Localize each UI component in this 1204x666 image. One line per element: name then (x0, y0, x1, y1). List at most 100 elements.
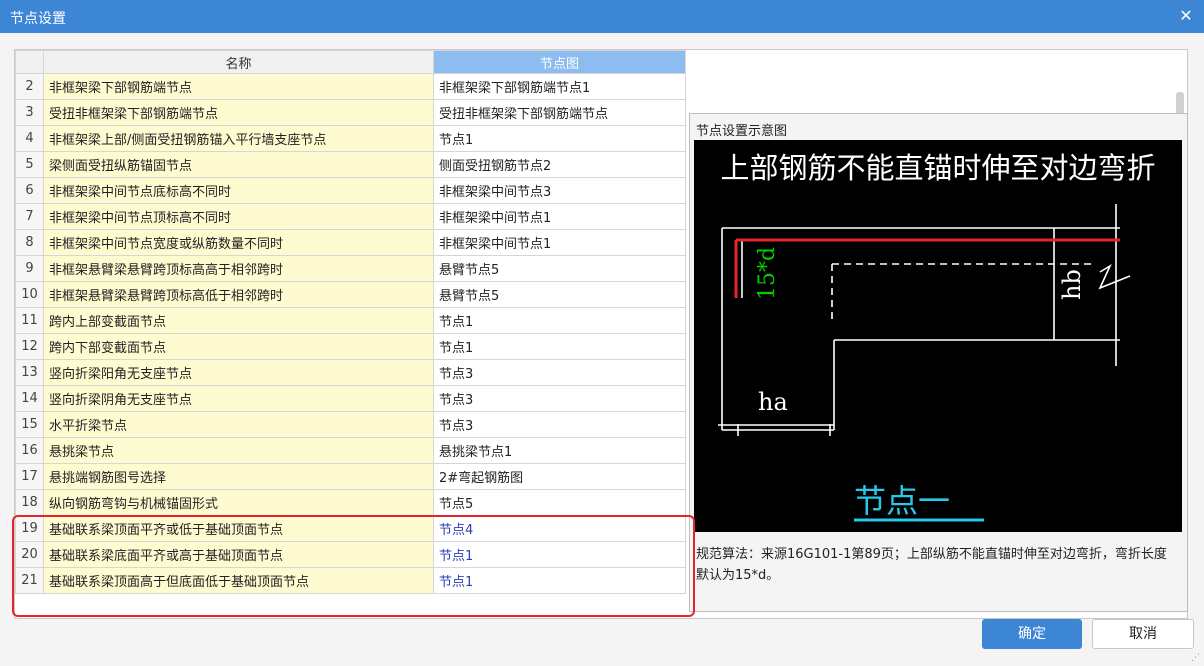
table-header-row: 名称 节点图 (15, 50, 686, 74)
row-name: 非框架悬臂梁悬臂跨顶标高低于相邻跨时 (43, 281, 434, 308)
row-node-value[interactable]: 悬挑梁节点1 (433, 437, 686, 464)
table-row[interactable]: 17 悬挑端钢筋图号选择 2#弯起钢筋图 (15, 463, 686, 490)
row-index: 3 (15, 99, 44, 126)
table-row[interactable]: 10 非框架悬臂梁悬臂跨顶标高低于相邻跨时 悬臂节点5 (15, 281, 686, 308)
row-name: 竖向折梁阳角无支座节点 (43, 359, 434, 386)
row-name: 非框架梁中间节点底标高不同时 (43, 177, 434, 204)
row-node-value[interactable]: 节点1 (433, 541, 686, 568)
window-title: 节点设置 (10, 11, 66, 27)
table-row[interactable]: 6 非框架梁中间节点底标高不同时 非框架梁中间节点3 (15, 177, 686, 204)
row-node-value[interactable]: 非框架梁中间节点1 (433, 203, 686, 230)
table-row[interactable]: 19 基础联系梁顶面平齐或低于基础顶面节点 节点4 (15, 515, 686, 542)
row-index: 8 (15, 229, 44, 256)
row-name: 基础联系梁顶面高于但底面低于基础顶面节点 (43, 567, 434, 594)
label-15d: 15*d (755, 247, 780, 300)
row-name: 基础联系梁底面平齐或高于基础顶面节点 (43, 541, 434, 568)
row-name: 悬挑端钢筋图号选择 (43, 463, 434, 490)
row-name: 纵向钢筋弯钩与机械锚固形式 (43, 489, 434, 516)
row-node-value[interactable]: 非框架梁下部钢筋端节点1 (433, 73, 686, 100)
row-node-value[interactable]: 节点3 (433, 411, 686, 438)
table-row[interactable]: 21 基础联系梁顶面高于但底面低于基础顶面节点 节点1 (15, 567, 686, 594)
resize-grip-icon[interactable]: ⋰ (1191, 653, 1201, 663)
row-node-value[interactable]: 节点4 (433, 515, 686, 542)
table-row[interactable]: 3 受扭非框架梁下部钢筋端节点 受扭非框架梁下部钢筋端节点 (15, 99, 686, 126)
row-index: 17 (15, 463, 44, 490)
row-name: 梁侧面受扭纵筋锚固节点 (43, 151, 434, 178)
node-title: 节点一 (854, 482, 950, 520)
grid: 名称 节点图 2 非框架梁下部钢筋端节点 非框架梁下部钢筋端节点1 3 受扭非框架梁下部… (15, 50, 686, 594)
diagram-caption: 节点设置示意图 (696, 124, 788, 139)
table-row[interactable]: 4 非框架梁上部/侧面受扭钢筋锚入平行墙支座节点 节点1 (15, 125, 686, 152)
table-row[interactable]: 12 跨内下部变截面节点 节点1 (15, 333, 686, 360)
row-index: 19 (15, 515, 44, 542)
row-index: 16 (15, 437, 44, 464)
row-index: 18 (15, 489, 44, 516)
row-index: 2 (15, 73, 44, 100)
row-index: 13 (15, 359, 44, 386)
table-row[interactable]: 7 非框架梁中间节点顶标高不同时 非框架梁中间节点1 (15, 203, 686, 230)
row-node-value[interactable]: 节点1 (433, 333, 686, 360)
node-settings-table: 名称 节点图 2 非框架梁下部钢筋端节点 非框架梁下部钢筋端节点1 3 受扭非框架梁下部… (14, 49, 689, 619)
row-node-value[interactable]: 节点3 (433, 385, 686, 412)
table-row[interactable]: 2 非框架梁下部钢筋端节点 非框架梁下部钢筋端节点1 (15, 73, 686, 100)
row-index: 7 (15, 203, 44, 230)
table-row[interactable]: 20 基础联系梁底面平齐或高于基础顶面节点 节点1 (15, 541, 686, 568)
row-name: 受扭非框架梁下部钢筋端节点 (43, 99, 434, 126)
title-bar: 节点设置 ✕ (0, 0, 1204, 33)
rule-description: 规范算法：来源16G101-1第89页；上部纵筋不能直锚时伸至对边弯折，弯折长度… (696, 547, 1167, 583)
row-name: 非框架梁中间节点顶标高不同时 (43, 203, 434, 230)
row-node-value[interactable]: 侧面受扭钢筋节点2 (433, 151, 686, 178)
table-row[interactable]: 15 水平折梁节点 节点3 (15, 411, 686, 438)
header-node-image[interactable]: 节点图 (433, 50, 686, 74)
row-node-value[interactable]: 悬臂节点5 (433, 255, 686, 282)
node-diagram-svg: 上部钢筋不能直锚时伸至对边弯折 15*d hb ha 节点一 (718, 151, 1156, 522)
row-name: 非框架梁下部钢筋端节点 (43, 73, 434, 100)
cancel-button[interactable]: 取消 (1092, 619, 1194, 649)
row-name: 跨内上部变截面节点 (43, 307, 434, 334)
row-node-value[interactable]: 悬臂节点5 (433, 281, 686, 308)
table-row[interactable]: 14 竖向折梁阴角无支座节点 节点3 (15, 385, 686, 412)
ok-button[interactable]: 确定 (982, 619, 1082, 649)
row-index: 9 (15, 255, 44, 282)
row-node-value[interactable]: 节点1 (433, 567, 686, 594)
label-ha: ha (758, 388, 788, 416)
row-node-value[interactable]: 非框架梁中间节点3 (433, 177, 686, 204)
row-node-value[interactable]: 2#弯起钢筋图 (433, 463, 686, 490)
row-node-value[interactable]: 节点1 (433, 307, 686, 334)
node-diagram: 上部钢筋不能直锚时伸至对边弯折 15*d hb ha 节点一 (694, 140, 1182, 532)
row-node-value[interactable]: 受扭非框架梁下部钢筋端节点 (433, 99, 686, 126)
row-name: 非框架梁中间节点宽度或纵筋数量不同时 (43, 229, 434, 256)
diagram-heading: 上部钢筋不能直锚时伸至对边弯折 (720, 151, 1155, 185)
table-row[interactable]: 8 非框架梁中间节点宽度或纵筋数量不同时 非框架梁中间节点1 (15, 229, 686, 256)
header-index (15, 50, 44, 74)
row-node-value[interactable]: 节点3 (433, 359, 686, 386)
row-name: 悬挑梁节点 (43, 437, 434, 464)
row-name: 基础联系梁顶面平齐或低于基础顶面节点 (43, 515, 434, 542)
table-row[interactable]: 11 跨内上部变截面节点 节点1 (15, 307, 686, 334)
row-name: 跨内下部变截面节点 (43, 333, 434, 360)
row-node-value[interactable]: 节点1 (433, 125, 686, 152)
table-row[interactable]: 18 纵向钢筋弯钩与机械锚固形式 节点5 (15, 489, 686, 516)
label-hb: hb (1058, 269, 1086, 300)
row-index: 4 (15, 125, 44, 152)
row-node-value[interactable]: 节点5 (433, 489, 686, 516)
close-icon[interactable]: ✕ (1176, 6, 1196, 26)
row-index: 21 (15, 567, 44, 594)
row-index: 15 (15, 411, 44, 438)
row-name: 非框架梁上部/侧面受扭钢筋锚入平行墙支座节点 (43, 125, 434, 152)
row-index: 10 (15, 281, 44, 308)
table-row[interactable]: 13 竖向折梁阳角无支座节点 节点3 (15, 359, 686, 386)
row-name: 竖向折梁阴角无支座节点 (43, 385, 434, 412)
header-name[interactable]: 名称 (43, 50, 434, 74)
diagram-group: 节点设置示意图 上部钢筋不能直锚时伸至对边弯折 15*d hb ha 节点一 规… (689, 113, 1188, 612)
table-row[interactable]: 16 悬挑梁节点 悬挑梁节点1 (15, 437, 686, 464)
row-index: 14 (15, 385, 44, 412)
row-name: 非框架悬臂梁悬臂跨顶标高高于相邻跨时 (43, 255, 434, 282)
row-index: 6 (15, 177, 44, 204)
table-row[interactable]: 5 梁侧面受扭纵筋锚固节点 侧面受扭钢筋节点2 (15, 151, 686, 178)
row-index: 11 (15, 307, 44, 334)
row-index: 12 (15, 333, 44, 360)
row-node-value[interactable]: 非框架梁中间节点1 (433, 229, 686, 256)
row-index: 5 (15, 151, 44, 178)
table-row[interactable]: 9 非框架悬臂梁悬臂跨顶标高高于相邻跨时 悬臂节点5 (15, 255, 686, 282)
